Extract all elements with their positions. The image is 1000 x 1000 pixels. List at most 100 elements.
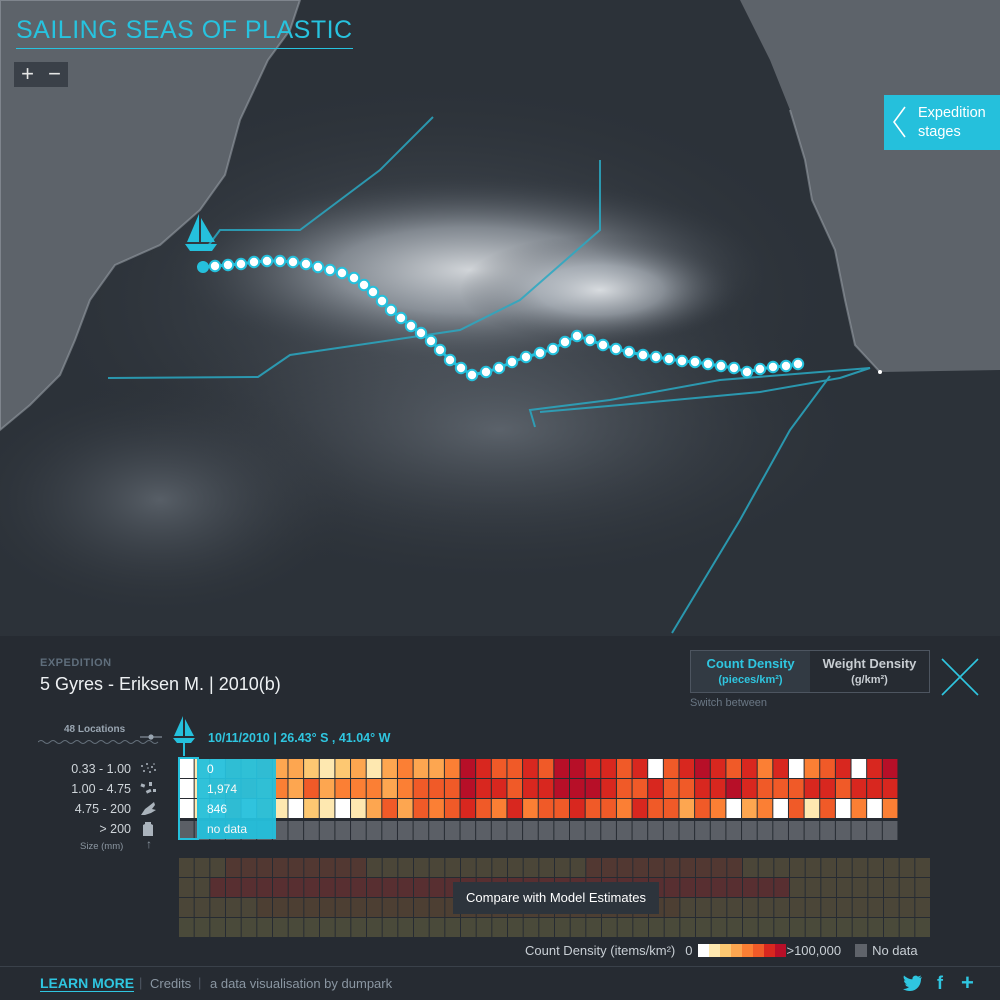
heatmap-cell[interactable] — [788, 759, 804, 778]
heatmap-cell[interactable] — [585, 799, 601, 818]
heatmap-cell[interactable] — [523, 779, 538, 798]
heatmap-cell[interactable] — [882, 799, 898, 818]
heatmap-cell[interactable] — [366, 779, 382, 798]
heatmap-cell[interactable] — [726, 821, 742, 840]
heatmap-cell[interactable] — [773, 759, 788, 778]
heatmap-cell[interactable] — [710, 821, 726, 840]
heatmap-cell[interactable] — [397, 799, 413, 818]
heatmap-cell[interactable] — [663, 821, 679, 840]
heatmap-cell[interactable] — [554, 779, 569, 798]
sample-heatmap[interactable] — [179, 759, 931, 841]
heatmap-cell[interactable] — [554, 799, 569, 818]
sample-location-marker[interactable] — [791, 357, 805, 371]
heatmap-cell[interactable] — [460, 759, 476, 778]
heatmap-cell[interactable] — [444, 799, 460, 818]
heatmap-cell[interactable] — [413, 759, 429, 778]
map-view[interactable]: SAILING SEAS OF PLASTIC + − Expedition s… — [0, 0, 1000, 636]
sample-location-marker[interactable] — [727, 361, 741, 375]
heatmap-cell[interactable] — [335, 779, 351, 798]
heatmap-cell[interactable] — [319, 779, 335, 798]
heatmap-cell[interactable] — [460, 821, 476, 840]
heatmap-cell[interactable] — [726, 779, 742, 798]
sample-location-marker[interactable] — [424, 334, 438, 348]
heatmap-cell[interactable] — [851, 821, 867, 840]
sample-location-marker[interactable] — [234, 257, 248, 271]
heatmap-cell[interactable] — [491, 759, 507, 778]
heatmap-cell[interactable] — [773, 821, 788, 840]
heatmap-cell[interactable] — [773, 799, 788, 818]
heatmap-cell[interactable] — [710, 759, 726, 778]
heatmap-cell[interactable] — [366, 759, 382, 778]
heatmap-cell[interactable] — [804, 821, 820, 840]
sample-location-marker[interactable] — [454, 361, 468, 375]
weight-density-option[interactable]: Weight Density (g/km²) — [810, 651, 929, 692]
heatmap-cell[interactable] — [663, 779, 679, 798]
heatmap-cell[interactable] — [867, 779, 882, 798]
heatmap-cell[interactable] — [851, 799, 867, 818]
sample-location-marker[interactable] — [394, 311, 408, 325]
heatmap-cell[interactable] — [507, 759, 523, 778]
sample-location-marker[interactable] — [753, 362, 767, 376]
sample-location-marker[interactable] — [208, 259, 222, 273]
heatmap-cell[interactable] — [554, 759, 569, 778]
sample-location-marker[interactable] — [197, 261, 209, 273]
heatmap-cell[interactable] — [382, 821, 397, 840]
heatmap-cell[interactable] — [679, 799, 695, 818]
heatmap-cell[interactable] — [663, 759, 679, 778]
sample-location-marker[interactable] — [247, 255, 261, 269]
heatmap-cell[interactable] — [476, 759, 491, 778]
sample-location-marker[interactable] — [570, 329, 584, 343]
heatmap-cell[interactable] — [742, 759, 757, 778]
heatmap-cell[interactable] — [820, 799, 835, 818]
heatmap-cell[interactable] — [742, 799, 757, 818]
sample-location-marker[interactable] — [675, 354, 689, 368]
heatmap-cell[interactable] — [351, 821, 366, 840]
sample-location-marker[interactable] — [546, 342, 560, 356]
sample-location-marker[interactable] — [311, 260, 325, 274]
sample-location-marker[interactable] — [465, 368, 479, 382]
heatmap-cell[interactable] — [585, 779, 601, 798]
sample-location-marker[interactable] — [519, 350, 533, 364]
sample-location-marker[interactable] — [443, 353, 457, 367]
sample-location-marker[interactable] — [384, 303, 398, 317]
heatmap-cell[interactable] — [335, 821, 351, 840]
sample-location-marker[interactable] — [596, 338, 610, 352]
sample-location-marker[interactable] — [221, 258, 235, 272]
expedition-stages-button[interactable]: Expedition stages — [884, 95, 1000, 150]
heatmap-cell[interactable] — [788, 799, 804, 818]
heatmap-cell[interactable] — [570, 779, 585, 798]
sample-location-marker[interactable] — [701, 357, 715, 371]
sample-location-marker[interactable] — [649, 350, 663, 364]
heatmap-cell[interactable] — [351, 759, 366, 778]
heatmap-cell[interactable] — [757, 759, 773, 778]
locations-slider-icon[interactable] — [140, 727, 162, 740]
sample-location-marker[interactable] — [505, 355, 519, 369]
heatmap-cell[interactable] — [695, 779, 710, 798]
heatmap-cell[interactable] — [491, 821, 507, 840]
heatmap-cell[interactable] — [867, 759, 882, 778]
heatmap-cell[interactable] — [882, 779, 898, 798]
heatmap-cell[interactable] — [835, 759, 851, 778]
heatmap-cell[interactable] — [773, 779, 788, 798]
sample-location-marker[interactable] — [740, 365, 754, 379]
heatmap-cell[interactable] — [820, 779, 835, 798]
sample-location-marker[interactable] — [714, 359, 728, 373]
heatmap-cell[interactable] — [507, 779, 523, 798]
heatmap-cell[interactable] — [288, 779, 304, 798]
sample-location-marker[interactable] — [299, 257, 313, 271]
heatmap-cell[interactable] — [601, 799, 616, 818]
heatmap-cell[interactable] — [523, 799, 538, 818]
heatmap-cell[interactable] — [601, 759, 616, 778]
heatmap-cell[interactable] — [444, 821, 460, 840]
heatmap-cell[interactable] — [648, 759, 663, 778]
heatmap-cell[interactable] — [429, 759, 444, 778]
sample-location-marker[interactable] — [323, 263, 337, 277]
sample-location-marker[interactable] — [375, 294, 389, 308]
heatmap-cell[interactable] — [601, 779, 616, 798]
heatmap-cell[interactable] — [804, 759, 820, 778]
heatmap-cell[interactable] — [444, 759, 460, 778]
credits-link[interactable]: Credits — [150, 976, 191, 991]
sample-location-marker[interactable] — [583, 333, 597, 347]
heatmap-cell[interactable] — [804, 799, 820, 818]
heatmap-cell[interactable] — [867, 821, 882, 840]
